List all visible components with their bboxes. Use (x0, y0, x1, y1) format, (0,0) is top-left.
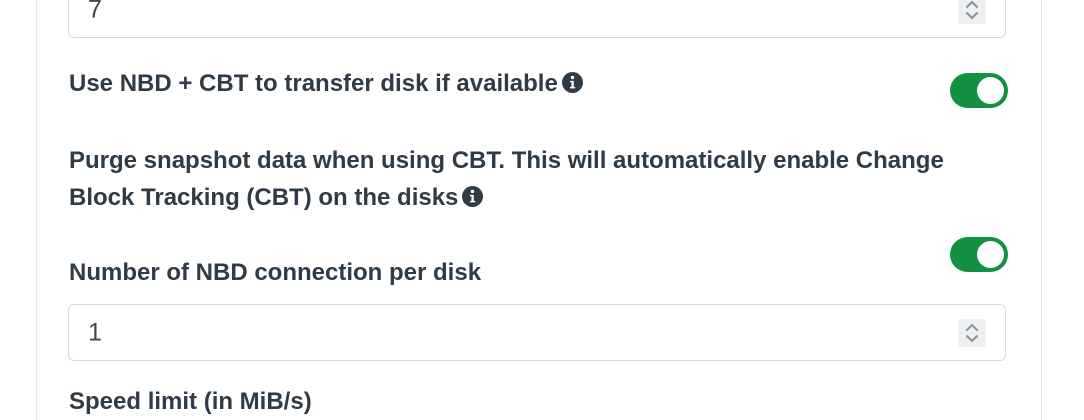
toggle-knob (977, 241, 1004, 268)
nbd-connections-label: Number of NBD connection per disk (69, 254, 481, 291)
toggle-knob (977, 77, 1004, 104)
info-icon[interactable] (462, 186, 484, 207)
speed-limit-label: Speed limit (in MiB/s) (69, 388, 312, 415)
purge-snapshot-label-line2-wrap: Block Tracking (CBT) on the disks (69, 179, 944, 216)
previous-number-input[interactable]: 7 (68, 0, 1006, 38)
info-icon[interactable] (561, 72, 583, 93)
nbd-cbt-label: Use NBD + CBT to transfer disk if availa… (69, 65, 583, 102)
purge-snapshot-label: Purge snapshot data when using CBT. This… (69, 142, 944, 216)
spinner-icon[interactable] (958, 0, 986, 24)
nbd-connections-value: 1 (88, 318, 102, 346)
purge-snapshot-label-line2: Block Tracking (CBT) on the disks (69, 184, 459, 211)
nbd-cbt-toggle[interactable] (950, 73, 1008, 108)
nbd-cbt-label-text: Use NBD + CBT to transfer disk if availa… (69, 70, 558, 97)
purge-snapshot-label-line1: Purge snapshot data when using CBT. This… (69, 147, 944, 174)
purge-snapshot-toggle[interactable] (950, 237, 1008, 272)
nbd-connections-label-text: Number of NBD connection per disk (69, 259, 482, 286)
spinner-icon[interactable] (958, 318, 986, 347)
nbd-connections-input[interactable]: 1 (68, 304, 1006, 361)
previous-number-value: 7 (88, 0, 102, 23)
